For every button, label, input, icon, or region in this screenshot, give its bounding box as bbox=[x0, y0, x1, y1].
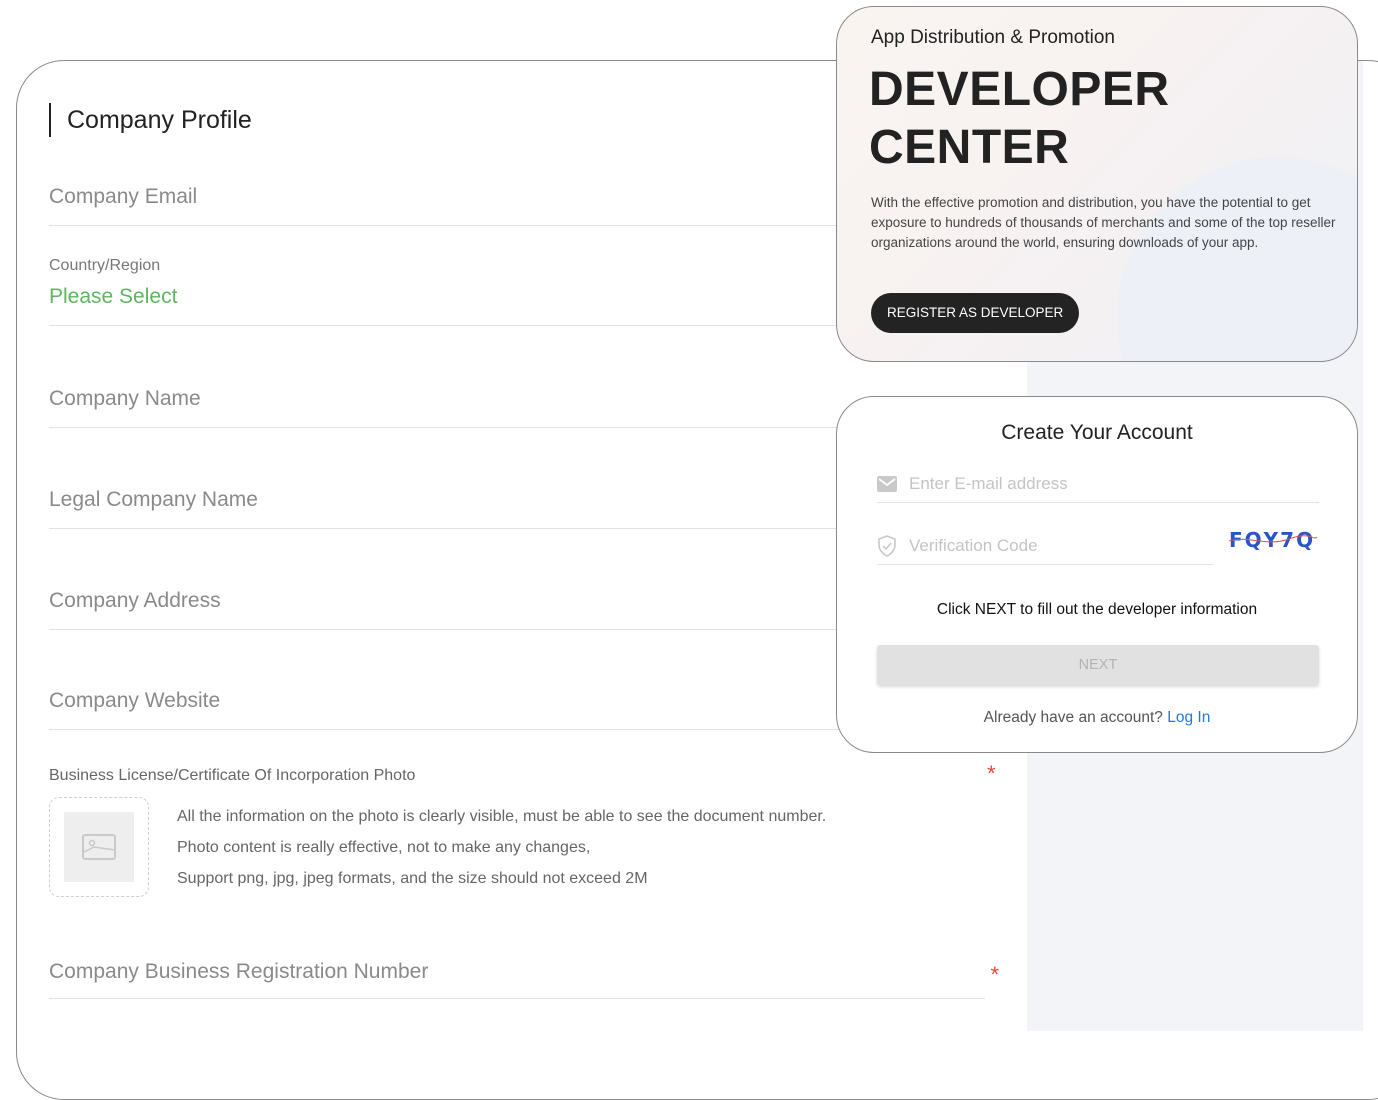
verification-code-field[interactable] bbox=[877, 527, 1213, 565]
captcha-text: FQY7Q bbox=[1229, 528, 1315, 552]
email-field[interactable] bbox=[877, 465, 1319, 503]
developer-center-description: With the effective promotion and distrib… bbox=[871, 195, 1336, 250]
register-as-developer-button[interactable]: REGISTER AS DEVELOPER bbox=[871, 293, 1080, 333]
title-line: CENTER bbox=[869, 121, 1070, 174]
business-license-label: Business License/Certificate Of Incorpor… bbox=[49, 767, 416, 784]
license-photo-upload[interactable] bbox=[49, 797, 149, 897]
section-title: Company Profile bbox=[49, 103, 252, 137]
next-button[interactable]: NEXT bbox=[877, 645, 1319, 685]
required-mark: * bbox=[987, 761, 996, 786]
decorative-blob bbox=[1117, 157, 1357, 361]
image-icon bbox=[82, 834, 116, 860]
email-input[interactable] bbox=[909, 473, 1319, 494]
license-note: Support png, jpg, jpeg formats, and the … bbox=[177, 870, 648, 887]
business-registration-number-field[interactable]: Company Business Registration Number * bbox=[49, 960, 999, 999]
login-prompt-text: Already have an account? bbox=[983, 709, 1163, 726]
developer-center-title: DEVELOPER CENTER bbox=[869, 61, 1170, 177]
upload-placeholder bbox=[64, 812, 134, 882]
title-line: DEVELOPER bbox=[869, 63, 1170, 116]
license-note: All the information on the photo is clea… bbox=[177, 808, 827, 825]
captcha-image[interactable]: FQY7Q bbox=[1227, 525, 1319, 555]
developer-center-eyebrow: App Distribution & Promotion bbox=[871, 27, 1115, 48]
required-mark: * bbox=[990, 962, 999, 987]
login-prompt: Already have an account? Log In bbox=[837, 709, 1357, 727]
license-notes: All the information on the photo is clea… bbox=[177, 801, 826, 894]
shield-icon bbox=[877, 534, 899, 557]
create-account-title: Create Your Account bbox=[1001, 421, 1193, 444]
developer-center-card: App Distribution & Promotion DEVELOPER C… bbox=[836, 6, 1358, 362]
company-name-label: Company Name bbox=[49, 387, 201, 410]
business-registration-number-label: Company Business Registration Number bbox=[49, 960, 429, 983]
license-note: Photo content is really effective, not t… bbox=[177, 839, 591, 856]
verification-code-input[interactable] bbox=[909, 535, 1213, 556]
next-hint: Click NEXT to fill out the developer inf… bbox=[936, 601, 1258, 618]
mail-icon bbox=[877, 473, 899, 495]
login-link[interactable]: Log In bbox=[1167, 709, 1210, 726]
create-account-card: Create Your Account FQY7Q Click NEXT to … bbox=[836, 396, 1358, 753]
